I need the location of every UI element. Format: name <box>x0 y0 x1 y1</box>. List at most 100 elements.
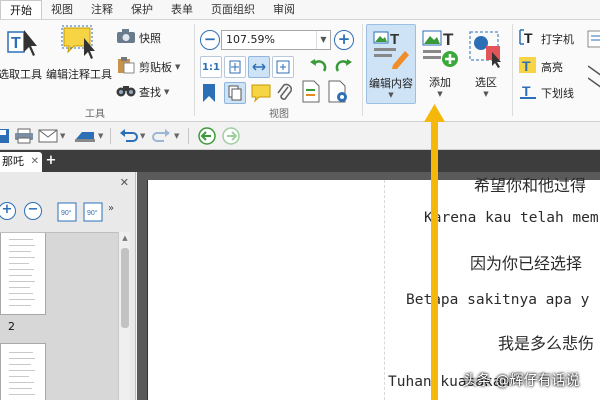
typewriter-icon: T <box>518 28 538 49</box>
undo-button[interactable]: ▼ <box>118 127 145 145</box>
link-icon <box>587 30 600 48</box>
annotate-tool-button[interactable]: 编辑注释工具 <box>46 24 112 90</box>
tools-group: T 选取工具 编辑注释工具 快照 剪贴板 ▼ 查找 ▼ 工具 <box>0 20 190 122</box>
redo-button[interactable]: ▼ <box>152 127 179 145</box>
typewriter-label: 打字机 <box>541 32 574 46</box>
bookmark-icon <box>203 84 215 102</box>
doc-line: Karena kau telah mem <box>424 210 599 226</box>
back-button[interactable] <box>198 127 216 145</box>
email-button[interactable]: ▼ <box>38 127 65 145</box>
rotate-right-button[interactable] <box>332 56 354 78</box>
select-area-icon <box>464 28 508 71</box>
layers-button[interactable] <box>326 80 350 104</box>
thumbnail-scrollbar[interactable]: ▲ <box>118 232 130 400</box>
highlight-icon: T <box>518 56 538 77</box>
chevron-down-icon[interactable]: ▼ <box>174 132 179 140</box>
chevron-down-icon[interactable]: ▼ <box>316 31 330 49</box>
zoom-value: 107.59% <box>226 33 275 46</box>
edit-content-button[interactable]: T 编辑内容 ▼ <box>366 24 416 104</box>
clipboard-button[interactable]: 剪贴板 ▼ <box>116 56 180 77</box>
rotate-left-button[interactable] <box>308 56 330 78</box>
paperclip-icon <box>277 83 293 100</box>
settings-doc-icon <box>328 80 347 103</box>
rotate-left-90-button[interactable]: 90° <box>56 201 78 223</box>
menu-tab-comment[interactable]: 注释 <box>82 0 122 19</box>
redo-icon <box>152 129 170 142</box>
zoom-out-button[interactable]: − <box>200 30 220 50</box>
actual-size-button[interactable]: 1:1 <box>200 56 222 78</box>
menu-tab-organize[interactable]: 页面组织 <box>202 0 264 19</box>
thumbnail-panel: ✕ + − 90° 90° » 2 ▲ <box>0 172 136 400</box>
zoom-select[interactable]: 107.59% ▼ <box>221 30 331 50</box>
menu-tab-view[interactable]: 视图 <box>42 0 82 19</box>
snapshot-label: 快照 <box>139 31 161 45</box>
rotate-right-90-button[interactable]: 90° <box>82 201 104 223</box>
menu-tab-form[interactable]: 表单 <box>162 0 202 19</box>
binoculars-icon <box>116 82 136 101</box>
rotate-ccw-icon: 90° <box>57 202 77 222</box>
underline-icon: T <box>518 82 538 103</box>
page-thumbnail[interactable] <box>0 343 46 400</box>
menu-tab-protect[interactable]: 保护 <box>122 0 162 19</box>
scan-button[interactable]: ▼ <box>74 127 103 145</box>
menu-tab-home[interactable]: 开始 <box>0 0 42 19</box>
more-options-icon[interactable]: » <box>108 203 114 214</box>
more-tools-partial[interactable] <box>586 28 600 50</box>
document-tab[interactable]: 那吒 ✕ <box>0 152 42 172</box>
forward-button[interactable] <box>222 127 240 145</box>
add-content-icon: T <box>418 28 462 71</box>
shape-tool-partial[interactable] <box>588 64 600 94</box>
page-thumbnail[interactable] <box>0 233 46 315</box>
typewriter-button[interactable]: T 打字机 <box>518 28 574 49</box>
thumbnail-toolbar: + − 90° 90° » <box>0 198 136 228</box>
comments-button[interactable] <box>250 82 272 104</box>
fit-visible-button[interactable] <box>272 56 294 78</box>
close-icon[interactable]: ✕ <box>31 152 39 172</box>
tools-group-title: 工具 <box>85 109 105 120</box>
menu-tab-review[interactable]: 审阅 <box>264 0 304 19</box>
fit-visible-icon <box>276 60 290 74</box>
document-properties-button[interactable] <box>300 80 322 104</box>
underline-button[interactable]: T 下划线 <box>518 82 574 103</box>
find-button[interactable]: 查找 ▼ <box>116 82 169 101</box>
add-button[interactable]: T 添加 ▼ <box>418 24 462 104</box>
scroll-up-icon[interactable]: ▲ <box>119 234 131 242</box>
doc-line: 因为你已经选择 <box>470 254 583 273</box>
fit-width-button[interactable] <box>248 56 270 78</box>
page-thumbnails-button[interactable] <box>224 82 246 104</box>
pages-icon <box>228 85 242 101</box>
chevron-down-icon: ▼ <box>164 87 170 96</box>
rotate-cw-icon: 90° <box>83 202 103 222</box>
doc-line: Betapa sakitnya apa y <box>406 292 590 308</box>
bookmark-button[interactable] <box>200 82 220 104</box>
document-icon <box>302 80 320 103</box>
thumbnail-zoom-out-button[interactable]: − <box>24 202 42 220</box>
fit-page-button[interactable] <box>224 56 246 78</box>
snapshot-button[interactable]: 快照 <box>116 28 161 47</box>
new-tab-button[interactable]: + <box>44 154 58 168</box>
attachments-button[interactable] <box>274 82 296 104</box>
document-view[interactable]: 希望你和他过得 Karena kau telah mem 因为你已经选择 Bet… <box>137 172 600 400</box>
thumbnail-zoom-in-button[interactable]: + <box>0 202 16 220</box>
add-label: 添加 <box>429 76 451 89</box>
document-page[interactable]: 希望你和他过得 Karena kau telah mem 因为你已经选择 Bet… <box>147 176 600 400</box>
save-icon <box>0 129 9 143</box>
select-tool-button[interactable]: T 选取工具 <box>0 24 44 90</box>
print-button[interactable] <box>14 127 34 145</box>
watermark: 头条 @辉仔有话说 <box>463 373 580 389</box>
chevron-down-icon[interactable]: ▼ <box>98 132 103 140</box>
divider <box>110 128 111 144</box>
view-group: − 107.59% ▼ + 1:1 视图 <box>196 20 362 122</box>
scrollbar-thumb[interactable] <box>121 248 129 328</box>
highlight-button[interactable]: T 高亮 <box>518 56 563 77</box>
undo-icon <box>120 129 138 142</box>
svg-text:T: T <box>524 30 533 46</box>
close-icon[interactable]: ✕ <box>120 176 129 189</box>
select-area-button[interactable]: 选区 ▼ <box>464 24 508 104</box>
chevron-down-icon[interactable]: ▼ <box>140 132 145 140</box>
zoom-in-button[interactable]: + <box>334 30 354 50</box>
save-button[interactable] <box>0 127 10 145</box>
shape-icon <box>588 65 600 88</box>
chevron-down-icon[interactable]: ▼ <box>60 132 65 140</box>
comment-icon <box>251 84 271 103</box>
